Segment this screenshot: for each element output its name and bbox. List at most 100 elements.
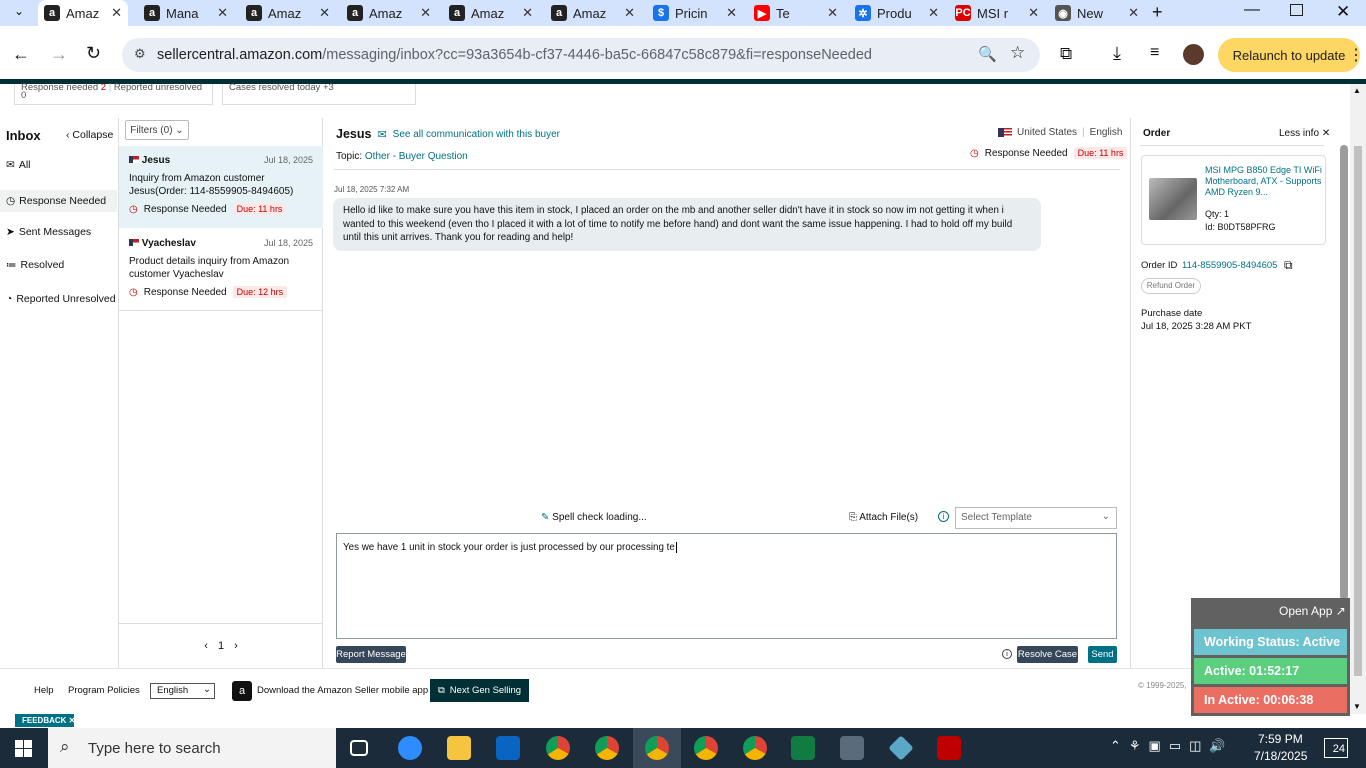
site-info-icon[interactable]: ⚙	[134, 46, 146, 62]
chrome-icon[interactable]	[743, 736, 767, 760]
menu-dots-icon[interactable]: ⋮	[1348, 45, 1364, 65]
browser-tab[interactable]: PC MSI r ✕	[949, 0, 1045, 26]
zoom-app-icon[interactable]	[398, 736, 422, 760]
windows-start-icon[interactable]	[15, 740, 32, 757]
extensions-icon[interactable]: ⧉	[1060, 44, 1072, 64]
language-select[interactable]: English ⌄	[150, 683, 215, 699]
reported-unresolved-label: Reported unresolved	[113, 82, 203, 93]
next-gen-selling-button[interactable]: ⧉ Next Gen Selling	[430, 679, 529, 702]
close-tab-icon[interactable]: ✕	[827, 5, 838, 21]
next-page-icon[interactable]: ›	[234, 640, 238, 652]
copy-icon[interactable]: ⧉	[1284, 258, 1293, 273]
inactive-timer: In Active: 00:06:38	[1194, 687, 1347, 713]
nav-item-all[interactable]: ✉ All	[6, 159, 30, 171]
nav-item-response-needed[interactable]: ◷ Response Needed	[0, 190, 117, 212]
close-window-button[interactable]: ✕	[1336, 2, 1350, 22]
amazon-icon: a	[551, 5, 567, 21]
excel-icon[interactable]	[791, 736, 815, 760]
notification-badge[interactable]: 24	[1324, 738, 1348, 758]
attach-files-button[interactable]: ⎘ Attach File(s)	[849, 512, 918, 523]
close-tab-icon[interactable]: ✕	[726, 5, 737, 21]
info-icon[interactable]: i	[1002, 649, 1012, 659]
browser-tab[interactable]: a Mana ✕	[138, 0, 234, 26]
refund-order-button[interactable]: Refund Order	[1141, 278, 1201, 294]
downloads-icon[interactable]: ⤓	[1113, 43, 1121, 64]
browser-tab[interactable]: a Amaz ✕	[545, 0, 641, 26]
resolve-case-button[interactable]: Resolve Case	[1017, 646, 1078, 663]
url-bar[interactable]: ⚙ sellercentral.amazon.com/messaging/inb…	[122, 38, 1040, 72]
profile-avatar[interactable]	[1183, 44, 1204, 65]
product-title-link[interactable]: MSI MPG B850 Edge TI WiFi Motherboard, A…	[1205, 165, 1323, 198]
close-tab-icon[interactable]: ✕	[420, 5, 431, 21]
chrome-icon[interactable]	[546, 736, 570, 760]
scrollbar-thumb[interactable]	[1354, 146, 1362, 676]
close-tab-icon[interactable]: ✕	[111, 5, 122, 21]
taskbar-search[interactable]: ⌕ Type here to search	[48, 728, 336, 768]
page-scrollbar[interactable]: ▲ ▼	[1350, 84, 1366, 714]
maximize-button[interactable]	[1290, 4, 1303, 16]
task-view-icon[interactable]	[350, 740, 368, 756]
zoom-icon[interactable]: 🔍	[978, 45, 997, 63]
open-app-button[interactable]: Open App ↗	[1279, 604, 1346, 618]
see-all-link[interactable]: See all communication with this buyer	[393, 129, 560, 140]
right-edge-scrollbar[interactable]	[1340, 145, 1348, 600]
close-tab-icon[interactable]: ✕	[624, 5, 635, 21]
order-id-link[interactable]: 114-8559905-8494605	[1182, 260, 1277, 271]
collapse-button[interactable]: ‹ Collapse	[66, 129, 113, 141]
help-link[interactable]: Help	[34, 685, 54, 696]
reply-textarea[interactable]: Yes we have 1 unit in stock your order i…	[336, 533, 1117, 639]
chrome-icon[interactable]	[595, 736, 619, 760]
amazon-app-icon[interactable]: a	[232, 681, 252, 701]
conversation-item-jesus[interactable]: Jesus Jul 18, 2025 Inquiry from Amazon c…	[119, 146, 323, 228]
program-policies-link[interactable]: Program Policies	[68, 685, 140, 696]
close-tab-icon[interactable]: ✕	[1028, 5, 1039, 21]
prev-page-icon[interactable]: ‹	[204, 640, 208, 652]
forward-button[interactable]: →	[50, 44, 68, 65]
mail-icon: ✉	[6, 159, 15, 171]
nav-item-resolved[interactable]: ≔ Resolved	[6, 259, 64, 271]
browser-tab[interactable]: ✲ Produ ✕	[849, 0, 945, 26]
media-control-icon[interactable]: ≡	[1150, 44, 1159, 62]
report-message-button[interactable]: Report Message	[336, 646, 406, 663]
less-info-button[interactable]: Less info ✕	[1279, 128, 1330, 139]
chrome-icon[interactable]	[645, 736, 669, 760]
close-tab-icon[interactable]: ✕	[217, 5, 228, 21]
calculator-icon[interactable]	[840, 736, 864, 760]
close-tab-icon[interactable]: ✕	[1128, 5, 1139, 21]
close-tab-icon[interactable]: ✕	[319, 5, 330, 21]
browser-tab[interactable]: a Amaz ✕	[341, 0, 437, 26]
system-tray-icons[interactable]: ⌃⚘▣▭◫🔊	[1110, 738, 1234, 754]
conversation-item-vyacheslav[interactable]: Vyacheslav Jul 18, 2025 Product details …	[119, 229, 323, 311]
new-tab-button[interactable]: +	[1152, 2, 1163, 23]
send-button[interactable]: Send	[1088, 646, 1117, 663]
browser-tab[interactable]: a Amaz ✕	[38, 0, 128, 26]
back-button[interactable]: ←	[12, 44, 30, 65]
close-tab-icon[interactable]: ✕	[522, 5, 533, 21]
filters-button[interactable]: Filters (0) ⌄	[125, 120, 189, 140]
browser-tab[interactable]: a Amaz ✕	[443, 0, 539, 26]
bookmark-star-icon[interactable]: ☆	[1010, 43, 1025, 63]
file-explorer-icon[interactable]	[447, 736, 471, 760]
feedback-tab[interactable]: FEEDBACK ✕	[15, 714, 75, 727]
chrome-icon[interactable]	[694, 736, 718, 760]
topic-link[interactable]: Other - Buyer Question	[365, 151, 468, 162]
clock-time[interactable]: 7:59 PM	[1258, 732, 1303, 746]
nav-item-reported-unresolved[interactable]: ◔ Reported Unresolved	[6, 293, 116, 305]
relaunch-button[interactable]: Relaunch to update ⋮	[1218, 38, 1364, 72]
browser-tab[interactable]: a Amaz ✕	[240, 0, 336, 26]
tab-search-button[interactable]: ⌄	[8, 4, 30, 22]
browser-tab[interactable]: ◉ New ✕	[1049, 0, 1145, 26]
product-qty: Qty: 1	[1205, 209, 1230, 219]
info-icon[interactable]: i	[938, 511, 949, 522]
outlook-icon[interactable]	[496, 736, 520, 760]
template-select[interactable]: Select Template ⌄	[955, 507, 1117, 529]
clock-date[interactable]: 7/18/2025	[1254, 749, 1307, 763]
download-app-link[interactable]: Download the Amazon Seller mobile app	[257, 685, 428, 696]
browser-tab[interactable]: $ Pricin ✕	[647, 0, 743, 26]
nav-item-sent-messages[interactable]: ➤ Sent Messages	[6, 226, 91, 238]
browser-tab[interactable]: ▶ Te ✕	[748, 0, 844, 26]
close-tab-icon[interactable]: ✕	[928, 5, 939, 21]
filezilla-icon[interactable]	[937, 736, 961, 760]
minimize-button[interactable]: —	[1244, 1, 1260, 19]
reload-button[interactable]: ↻	[86, 43, 101, 64]
